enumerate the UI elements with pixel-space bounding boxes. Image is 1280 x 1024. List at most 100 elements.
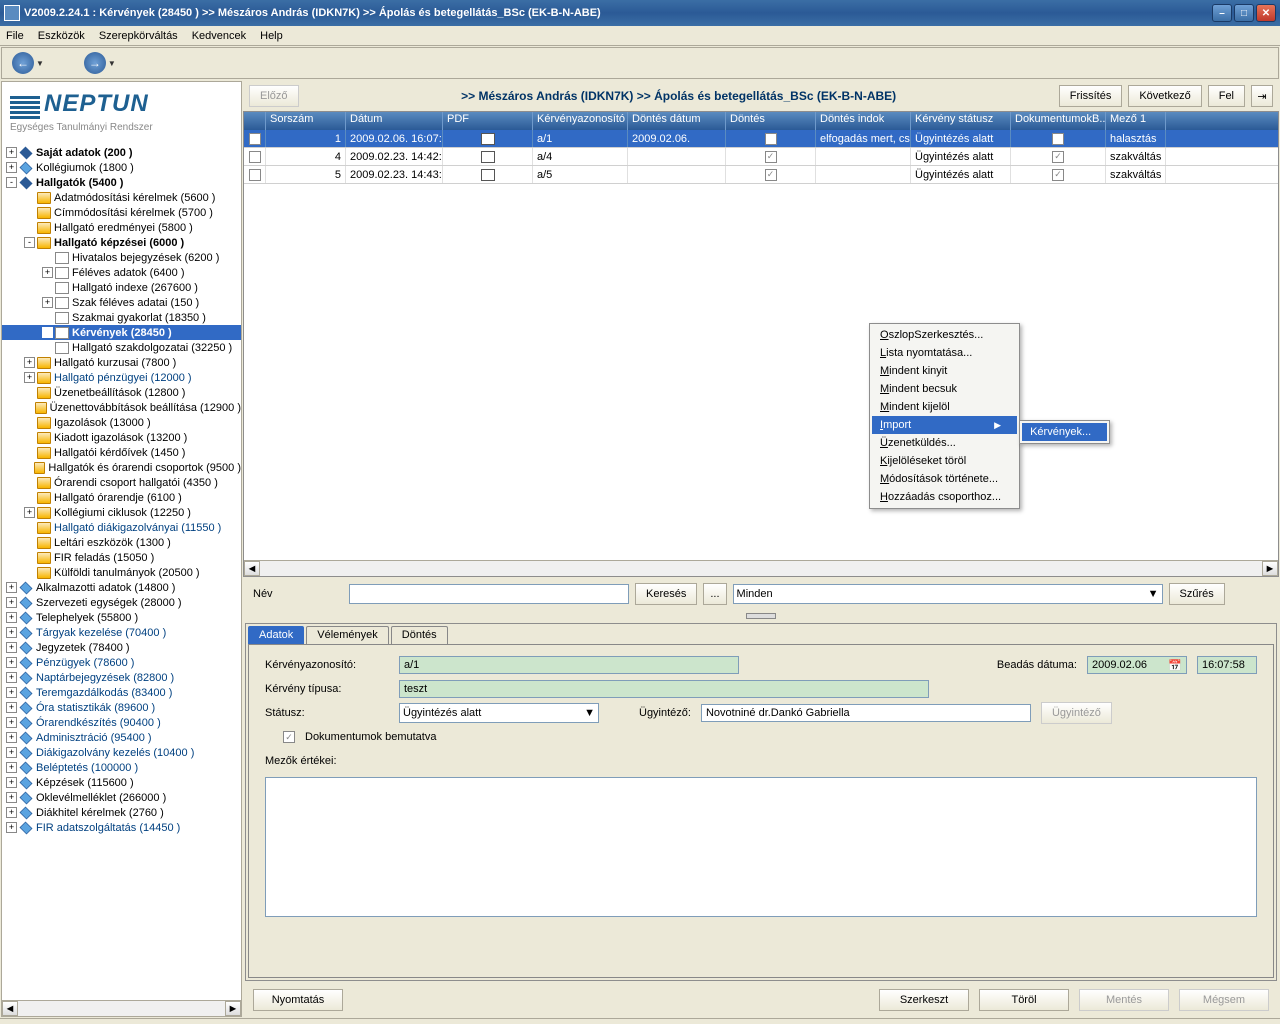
tree-node[interactable]: +Képzések (115600 ) [2, 775, 241, 790]
tree-expander[interactable]: + [6, 672, 17, 683]
grid-col-header[interactable]: Dátum [346, 112, 443, 130]
minimize-button[interactable]: – [1212, 4, 1232, 22]
tree-node[interactable]: +Kollégiumi ciklusok (12250 ) [2, 505, 241, 520]
refresh-button[interactable]: Frissítés [1059, 85, 1123, 107]
field-status-select[interactable]: Ügyintézés alatt▼ [399, 703, 599, 723]
grid-col-header[interactable]: Döntés indok [816, 112, 911, 130]
print-button[interactable]: Nyomtatás [253, 989, 343, 1011]
tree-node[interactable]: +Alkalmazotti adatok (14800 ) [2, 580, 241, 595]
context-menu[interactable]: OszlopSzerkesztés...Lista nyomtatása...M… [869, 323, 1020, 509]
tree-expander[interactable]: + [6, 657, 17, 668]
pdf-icon[interactable] [481, 151, 495, 163]
tree-node[interactable]: +Jegyzetek (78400 ) [2, 640, 241, 655]
tree-node[interactable]: +Órarendkészítés (90400 ) [2, 715, 241, 730]
data-grid[interactable]: SorszámDátumPDFKérvényazonosítóDöntés dá… [243, 111, 1279, 577]
nav-back-drop[interactable]: ▼ [36, 59, 44, 68]
tree-node[interactable]: +Hallgató kurzusai (7800 ) [2, 355, 241, 370]
tree-expander[interactable]: + [24, 357, 35, 368]
tree-expander[interactable]: + [6, 777, 17, 788]
tree-node[interactable]: +Naptárbejegyzések (82800 ) [2, 670, 241, 685]
mezok-textarea[interactable] [265, 777, 1257, 917]
tree-node[interactable]: Hallgatók és órarendi csoportok (9500 ) [2, 460, 241, 475]
table-row[interactable]: 12009.02.06. 16:07:58a/12009.02.06.elfog… [244, 130, 1278, 148]
row-checkbox[interactable] [249, 151, 261, 163]
tree-expander[interactable]: - [6, 177, 17, 188]
maximize-button[interactable]: □ [1234, 4, 1254, 22]
tree-node[interactable]: +Féléves adatok (6400 ) [2, 265, 241, 280]
tree-node[interactable]: Üzenetbeállítások (12800 ) [2, 385, 241, 400]
calendar-icon[interactable]: 📅 [1168, 659, 1182, 672]
grid-col-header[interactable]: PDF [443, 112, 533, 130]
tree-node[interactable]: +Oklevélmelléklet (266000 ) [2, 790, 241, 805]
tree-node[interactable]: +Diákhitel kérelmek (2760 ) [2, 805, 241, 820]
tree-node[interactable]: Üzenettovábbítások beállítása (12900 ) [2, 400, 241, 415]
search-button[interactable]: Keresés [635, 583, 697, 605]
tree-expander[interactable]: + [6, 717, 17, 728]
tree-node[interactable]: +Szervezeti egységek (28000 ) [2, 595, 241, 610]
grid-col-header[interactable]: Döntés dátum [628, 112, 726, 130]
menu-role[interactable]: Szerepkörváltás [99, 30, 178, 42]
tree-node[interactable]: +Beléptetés (100000 ) [2, 760, 241, 775]
search-more-button[interactable]: ... [703, 583, 726, 605]
grid-header[interactable]: SorszámDátumPDFKérvényazonosítóDöntés dá… [244, 112, 1278, 130]
grid-col-header[interactable] [244, 112, 266, 130]
menu-help[interactable]: Help [260, 30, 283, 42]
context-submenu[interactable]: Kérvények... [1019, 420, 1110, 444]
tree-expander[interactable]: + [42, 297, 53, 308]
scroll-right-icon[interactable]: ► [225, 1001, 241, 1016]
pdf-icon[interactable] [481, 169, 495, 181]
tree-node[interactable]: Hallgató diákigazolványai (11550 ) [2, 520, 241, 535]
tree-expander[interactable]: - [24, 237, 35, 248]
tree-expander[interactable]: + [6, 687, 17, 698]
tree-node[interactable]: Igazolások (13000 ) [2, 415, 241, 430]
ctx-item[interactable]: Mindent kinyit [872, 362, 1017, 380]
ctx-item[interactable]: Lista nyomtatása... [872, 344, 1017, 362]
nav-tree[interactable]: +Saját adatok (200 )+Kollégiumok (1800 )… [2, 141, 241, 1000]
nav-forward-icon[interactable]: → [84, 52, 106, 74]
prev-button[interactable]: Előző [249, 85, 299, 107]
table-row[interactable]: 52009.02.23. 14:43:57a/5Ügyintézés alatt… [244, 166, 1278, 184]
grid-scroll-right[interactable]: ► [1262, 561, 1278, 576]
tree-node[interactable]: +Óra statisztikák (89600 ) [2, 700, 241, 715]
filter-name-input[interactable] [349, 584, 629, 604]
tree-node[interactable]: Kiadott igazolások (13200 ) [2, 430, 241, 445]
tree-node[interactable]: +Tárgyak kezelése (70400 ) [2, 625, 241, 640]
menu-fav[interactable]: Kedvencek [192, 30, 246, 42]
splitter[interactable] [243, 611, 1279, 621]
pin-button[interactable]: ⇥ [1251, 85, 1273, 107]
tree-node[interactable]: Adatmódosítási kérelmek (5600 ) [2, 190, 241, 205]
grid-col-header[interactable]: Kérvényazonosító [533, 112, 628, 130]
ctx-item[interactable]: Módosítások története... [872, 470, 1017, 488]
tree-expander[interactable]: + [6, 747, 17, 758]
tree-expander[interactable]: + [6, 702, 17, 713]
row-checkbox[interactable] [249, 169, 261, 181]
grid-col-header[interactable]: Sorszám [266, 112, 346, 130]
nav-fwd-drop[interactable]: ▼ [108, 59, 116, 68]
ctx-item[interactable]: Hozzáadás csoporthoz... [872, 488, 1017, 506]
save-button[interactable]: Mentés [1079, 989, 1169, 1011]
tree-node[interactable]: +Szak féléves adatai (150 ) [2, 295, 241, 310]
tree-expander[interactable]: + [42, 267, 53, 278]
tree-expander[interactable]: + [6, 822, 17, 833]
tree-expander[interactable]: + [24, 507, 35, 518]
tree-expander[interactable]: + [6, 597, 17, 608]
tree-node[interactable]: Hallgatói kérdőívek (1450 ) [2, 445, 241, 460]
tree-node[interactable]: Szakmai gyakorlat (18350 ) [2, 310, 241, 325]
ctx-item[interactable]: Import▶ [872, 416, 1017, 434]
tree-node[interactable]: Leltári eszközök (1300 ) [2, 535, 241, 550]
tree-node[interactable]: Hallgató indexe (267600 ) [2, 280, 241, 295]
filter-button[interactable]: Szűrés [1169, 583, 1225, 605]
tree-node[interactable]: Hallgató órarendje (6100 ) [2, 490, 241, 505]
tree-node[interactable]: FIR feladás (15050 ) [2, 550, 241, 565]
tree-node[interactable]: +Diákigazolvány kezelés (10400 ) [2, 745, 241, 760]
tab-dontes[interactable]: Döntés [391, 626, 448, 644]
up-button[interactable]: Fel [1208, 85, 1245, 107]
ctx-item[interactable]: Mindent kijelöl [872, 398, 1017, 416]
cancel-button[interactable]: Mégsem [1179, 989, 1269, 1011]
close-button[interactable]: ✕ [1256, 4, 1276, 22]
tree-expander[interactable]: + [6, 627, 17, 638]
scroll-left-icon[interactable]: ◄ [2, 1001, 18, 1016]
ctx-item[interactable]: Mindent becsuk [872, 380, 1017, 398]
tree-node[interactable]: Címmódosítási kérelmek (5700 ) [2, 205, 241, 220]
tree-expander[interactable]: + [6, 792, 17, 803]
